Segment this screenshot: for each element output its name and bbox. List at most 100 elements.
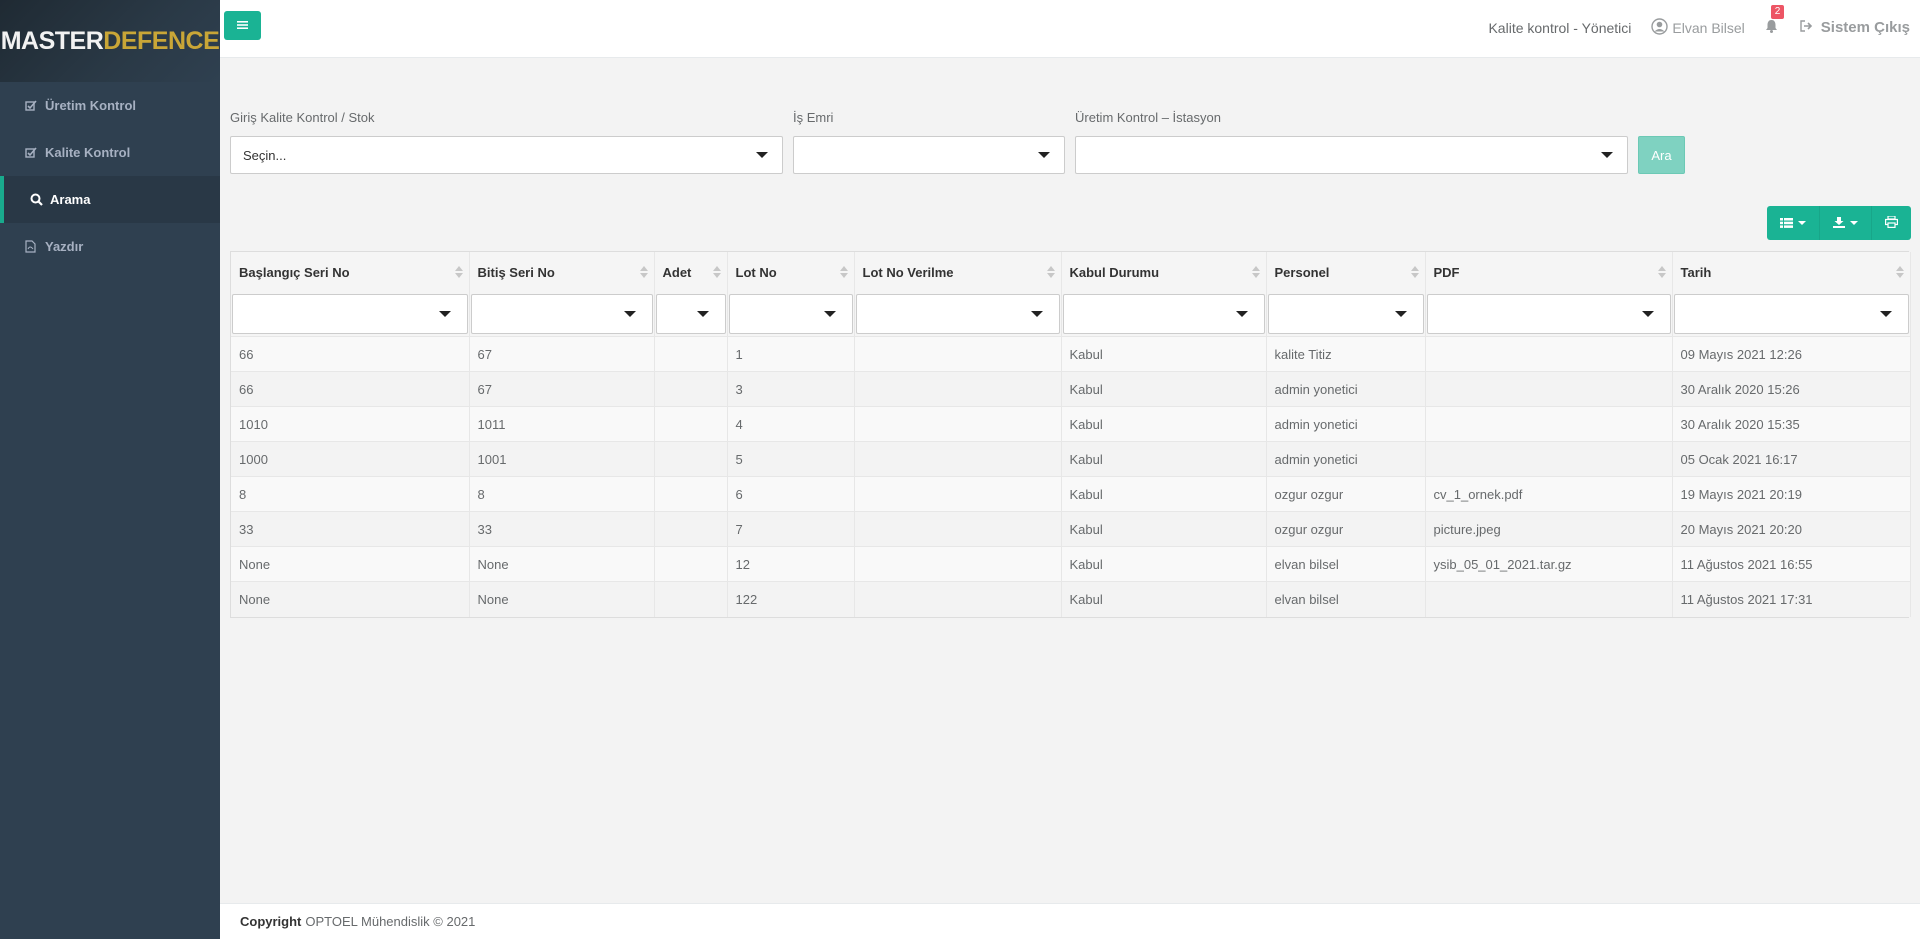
table-cell: 33 bbox=[231, 511, 470, 547]
print-button[interactable] bbox=[1871, 206, 1911, 240]
column-filter-cell bbox=[1672, 292, 1911, 337]
stock-select[interactable]: Seçin... bbox=[230, 136, 783, 174]
pdf-file-link[interactable]: ysib_05_01_2021.tar.gz bbox=[1425, 546, 1673, 582]
caret-down-icon bbox=[1235, 311, 1248, 317]
column-filter-cell bbox=[1061, 292, 1267, 337]
table-cell: 3 bbox=[727, 371, 855, 407]
columns-toggle-button[interactable] bbox=[1767, 206, 1819, 240]
table-row: 66 67 1 Kabul kalite Titiz 09 Mayıs 2021 12:2… bbox=[231, 336, 1911, 372]
column-header[interactable]: Lot No Verilme bbox=[854, 252, 1062, 292]
table-cell: 30 Aralık 2020 15:26 bbox=[1672, 371, 1911, 407]
sidebar-item-uretim-kontrol[interactable]: Üretim Kontrol bbox=[0, 82, 220, 129]
column-header[interactable]: Adet bbox=[654, 252, 728, 292]
sidebar-item-yazdir[interactable]: Yazdır bbox=[0, 223, 220, 270]
column-header[interactable]: Başlangıç Seri No bbox=[231, 252, 470, 292]
table-cell: 8 bbox=[231, 476, 470, 512]
table-cell: 33 bbox=[469, 511, 655, 547]
column-header-label: Personel bbox=[1274, 264, 1330, 280]
table-cell: 8 bbox=[469, 476, 655, 512]
sort-icon bbox=[639, 266, 648, 280]
export-button[interactable] bbox=[1819, 206, 1871, 240]
table-cell bbox=[654, 336, 728, 372]
table-cell: kalite Titiz bbox=[1266, 336, 1426, 372]
table-cell: 66 bbox=[231, 371, 470, 407]
sidebar: MASTERDEFENCE Üretim Kontrol Kalite Kont… bbox=[0, 0, 220, 939]
column-header[interactable]: Bitiş Seri No bbox=[469, 252, 655, 292]
table-cell: None bbox=[469, 581, 655, 617]
table-cell: 4 bbox=[727, 406, 855, 442]
sidebar-item-kalite-kontrol[interactable]: Kalite Kontrol bbox=[0, 129, 220, 176]
column-filter-select[interactable] bbox=[1267, 294, 1424, 334]
user-profile-link[interactable]: Elvan Bilsel bbox=[1651, 17, 1745, 38]
table-row: 33 33 7 Kabul ozgur ozgur picture.jpeg 20 Mayı… bbox=[231, 511, 1911, 547]
table-cell bbox=[854, 476, 1062, 512]
column-filter-select[interactable] bbox=[470, 294, 653, 334]
table-cell: admin yonetici bbox=[1266, 406, 1426, 442]
caret-down-icon bbox=[696, 311, 709, 317]
table-cell: admin yonetici bbox=[1266, 441, 1426, 477]
column-filter-select[interactable] bbox=[232, 294, 468, 334]
column-filter-select[interactable] bbox=[655, 294, 726, 334]
column-header[interactable]: Lot No bbox=[727, 252, 855, 292]
sidebar-toggle-button[interactable] bbox=[224, 11, 261, 40]
column-filter-select[interactable] bbox=[1673, 294, 1909, 334]
column-filter-select[interactable] bbox=[1062, 294, 1265, 334]
table-row: 8 8 6 Kabul ozgur ozgur cv_1_ornek.pdf 19 Mayı… bbox=[231, 476, 1911, 512]
column-filter-select[interactable] bbox=[1426, 294, 1671, 334]
column-filter-cell bbox=[469, 292, 655, 337]
brand-logo[interactable]: MASTERDEFENCE bbox=[0, 0, 220, 82]
column-filter-cell bbox=[231, 292, 470, 337]
file-pdf-icon bbox=[25, 240, 45, 253]
column-header-label: Adet bbox=[662, 264, 692, 280]
column-filter-cell bbox=[654, 292, 728, 337]
table-cell bbox=[854, 336, 1062, 372]
table-cell bbox=[1425, 371, 1673, 407]
pdf-file-link[interactable]: picture.jpeg bbox=[1425, 511, 1673, 547]
table-cell bbox=[1425, 406, 1673, 442]
pdf-file-link[interactable]: cv_1_ornek.pdf bbox=[1425, 476, 1673, 512]
search-button[interactable]: Ara bbox=[1638, 136, 1685, 174]
work-order-filter-label: İş Emri bbox=[793, 110, 834, 125]
notifications-button[interactable]: 2 bbox=[1765, 5, 1785, 36]
sidebar-item-arama[interactable]: Arama bbox=[0, 176, 220, 223]
table-cell: Kabul bbox=[1061, 546, 1267, 582]
table-cell bbox=[854, 511, 1062, 547]
table-cell: Kabul bbox=[1061, 371, 1267, 407]
table-cell bbox=[654, 406, 728, 442]
table-cell: None bbox=[469, 546, 655, 582]
table-row: None None 12 Kabul elvan bilsel ysib_05_01_20… bbox=[231, 546, 1911, 582]
column-header[interactable]: Tarih bbox=[1672, 252, 1911, 292]
check-square-icon bbox=[25, 146, 45, 159]
table-toolbar bbox=[1767, 206, 1911, 240]
table-cell: 30 Aralık 2020 15:35 bbox=[1672, 406, 1911, 442]
column-filter-cell bbox=[727, 292, 855, 337]
table-cell bbox=[1425, 441, 1673, 477]
table-cell: 1 bbox=[727, 336, 855, 372]
table-header-row: Başlangıç Seri No Bitiş Seri No Adet Lot No… bbox=[231, 252, 1911, 292]
table-cell: 66 bbox=[231, 336, 470, 372]
logout-link[interactable]: Sistem Çıkış bbox=[1800, 19, 1910, 36]
column-filter-cell bbox=[854, 292, 1062, 337]
footer-text: OPTOEL Mühendislik © 2021 bbox=[305, 914, 476, 929]
column-filter-select[interactable] bbox=[728, 294, 853, 334]
table-cell bbox=[854, 581, 1062, 617]
column-header-label: Lot No bbox=[735, 264, 777, 280]
column-filter-select[interactable] bbox=[855, 294, 1060, 334]
table-cell: 20 Mayıs 2021 20:20 bbox=[1672, 511, 1911, 547]
caret-down-icon bbox=[1038, 152, 1050, 158]
table-cell bbox=[854, 441, 1062, 477]
column-header[interactable]: Kabul Durumu bbox=[1061, 252, 1267, 292]
column-header[interactable]: Personel bbox=[1266, 252, 1426, 292]
work-order-select[interactable] bbox=[793, 136, 1065, 174]
caret-down-icon bbox=[1601, 152, 1613, 158]
column-header[interactable]: PDF bbox=[1425, 252, 1673, 292]
column-header-label: Kabul Durumu bbox=[1069, 264, 1160, 280]
th-list-icon bbox=[1780, 216, 1793, 231]
column-header-label: PDF bbox=[1433, 264, 1460, 280]
table-cell: 67 bbox=[469, 336, 655, 372]
check-square-icon bbox=[25, 99, 45, 112]
station-select[interactable] bbox=[1075, 136, 1628, 174]
sidebar-item-label: Yazdır bbox=[45, 239, 84, 254]
table-cell bbox=[654, 371, 728, 407]
column-header-label: Başlangıç Seri No bbox=[239, 264, 350, 280]
